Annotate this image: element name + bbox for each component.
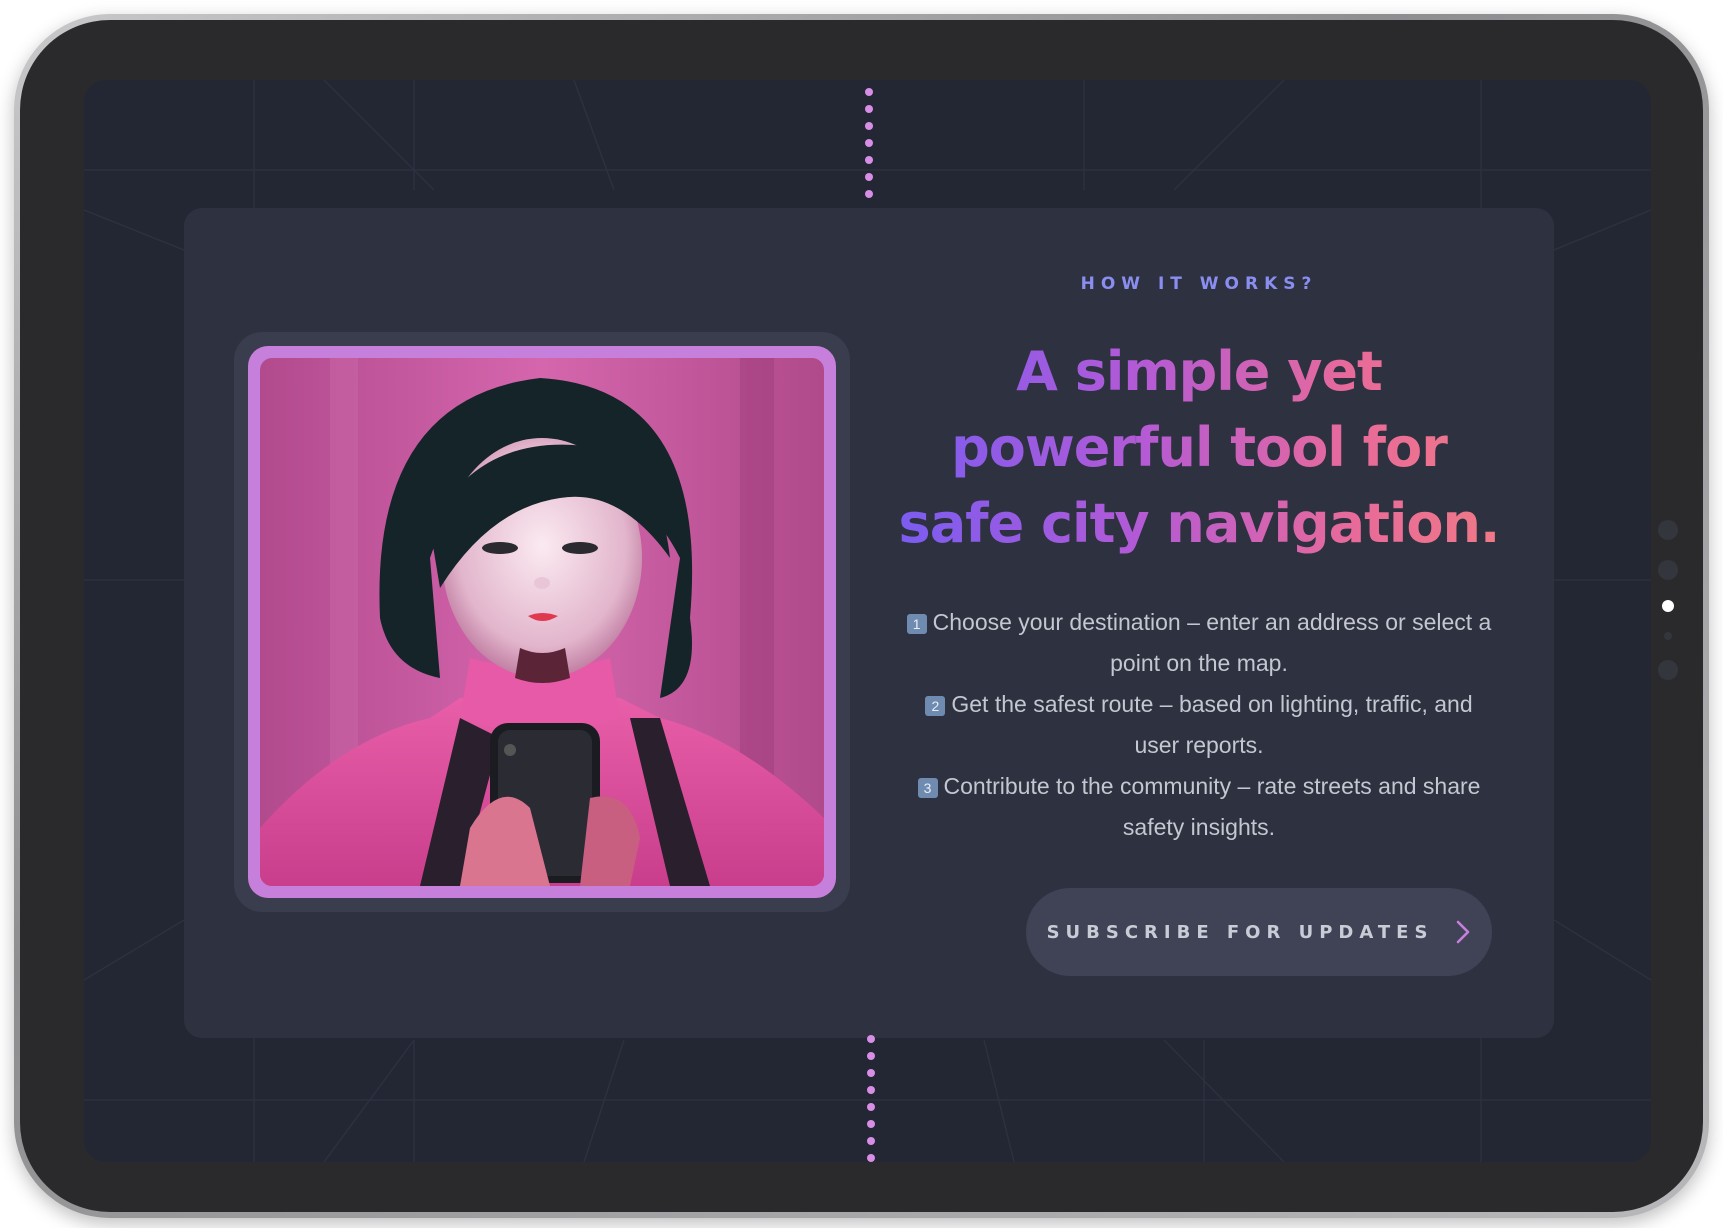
steps-list: 1 Choose your destination – enter an addr… (904, 602, 1494, 848)
screen: HOW IT WORKS? A simple yet powerful tool… (84, 80, 1651, 1162)
connector-dots-bottom (866, 1035, 876, 1162)
step-item: 1 Choose your destination – enter an addr… (904, 602, 1494, 684)
tablet-device: HOW IT WORKS? A simple yet powerful tool… (14, 14, 1709, 1218)
connector-dot (865, 173, 873, 181)
page-nav-dot[interactable] (1664, 632, 1672, 640)
connector-dot (865, 105, 873, 113)
page-nav-dots (1658, 520, 1678, 680)
page-nav-dot-active[interactable] (1662, 600, 1674, 612)
connector-dot (867, 1069, 875, 1077)
how-it-works-card: HOW IT WORKS? A simple yet powerful tool… (184, 208, 1554, 1038)
connector-dot (865, 156, 873, 164)
keycap-number-icon: 1 (906, 614, 927, 634)
step-text: Choose your destination – enter an addre… (932, 609, 1492, 676)
connector-dot (867, 1120, 875, 1128)
connector-dots-top (864, 88, 874, 198)
subscribe-button[interactable]: SUBSCRIBE FOR UPDATES (1026, 888, 1492, 976)
headline-line-2: powerful tool for (894, 410, 1504, 486)
connector-dot (865, 190, 873, 198)
content-column: HOW IT WORKS? A simple yet powerful tool… (899, 208, 1500, 1038)
section-eyebrow: HOW IT WORKS? (1080, 274, 1318, 294)
connector-dot (867, 1137, 875, 1145)
page-nav-dot[interactable] (1658, 520, 1678, 540)
keycap-number-icon: 2 (925, 696, 946, 716)
connector-dot (865, 139, 873, 147)
connector-dot (867, 1103, 875, 1111)
keycap-number-icon: 3 (917, 778, 938, 798)
page-nav-dot[interactable] (1658, 560, 1678, 580)
headline-line-3: safe city navigation. (894, 486, 1504, 562)
headline-line-1: A simple yet (894, 334, 1504, 410)
subscribe-button-label: SUBSCRIBE FOR UPDATES (1046, 921, 1434, 943)
connector-dot (865, 88, 873, 96)
step-item: 2 Get the safest route – based on lightin… (904, 684, 1494, 766)
section-headline: A simple yet powerful tool for safe city… (894, 334, 1504, 562)
connector-dot (867, 1035, 875, 1043)
illustration-svg (260, 358, 824, 886)
person-phone-illustration (260, 358, 824, 886)
tablet-bezel: HOW IT WORKS? A simple yet powerful tool… (20, 20, 1703, 1212)
connector-dot (867, 1154, 875, 1162)
photo-frame (234, 332, 850, 912)
step-item: 3 Contribute to the community – rate stre… (904, 766, 1494, 848)
photo-border (248, 346, 836, 898)
step-text: Get the safest route – based on lighting… (951, 691, 1473, 758)
chevron-right-icon (1457, 920, 1470, 944)
step-text: Contribute to the community – rate stree… (943, 773, 1481, 840)
connector-dot (865, 122, 873, 130)
page-nav-dot[interactable] (1658, 660, 1678, 680)
connector-dot (867, 1052, 875, 1060)
connector-dot (867, 1086, 875, 1094)
